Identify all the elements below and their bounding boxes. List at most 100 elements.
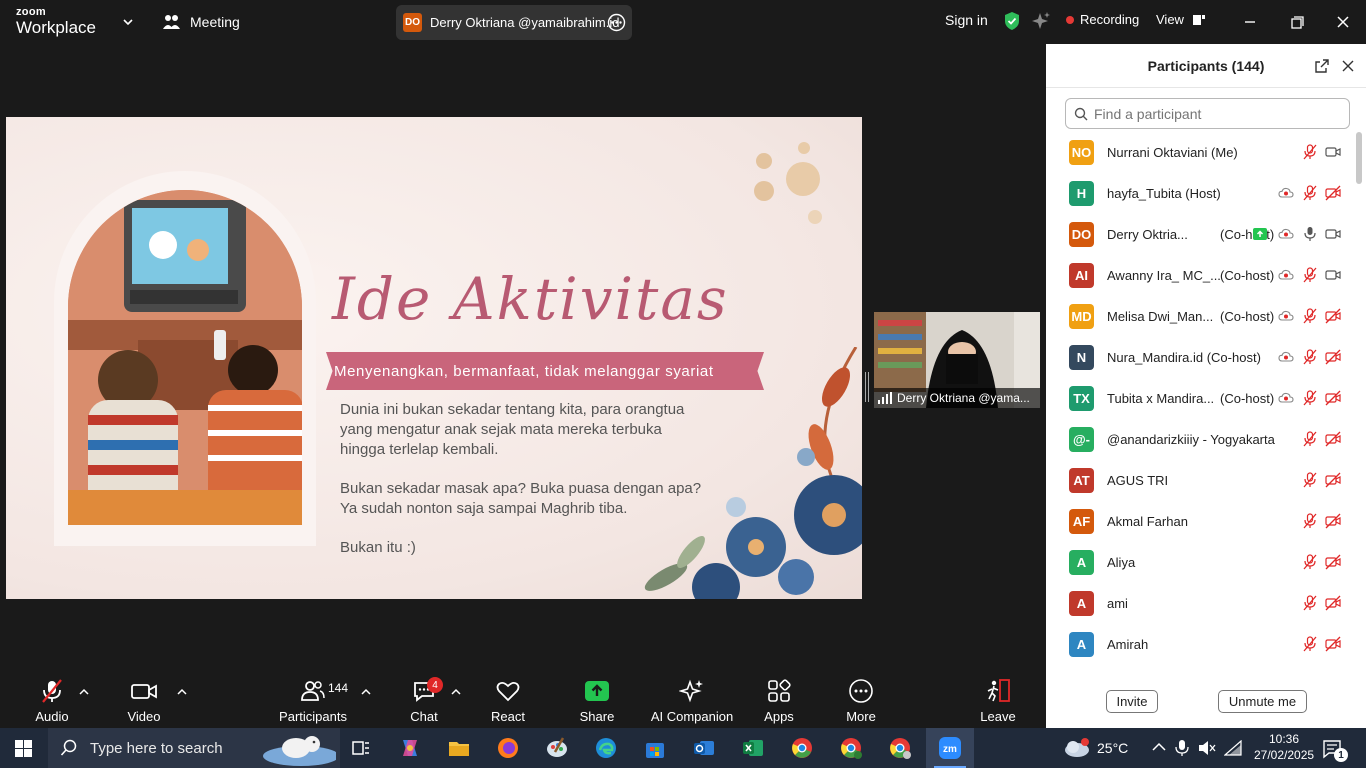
invite-button[interactable]: Invite xyxy=(1106,690,1158,713)
mic-muted-icon[interactable] xyxy=(1302,554,1318,570)
participant-row[interactable]: N Nura_Mandira.id (Co-host) xyxy=(1046,337,1356,378)
cloud-recording-icon[interactable] xyxy=(1278,349,1294,365)
outlook-icon[interactable] xyxy=(692,736,716,760)
video-thumbnail[interactable]: Derry Oktriana @yama... xyxy=(874,312,1040,408)
participant-row[interactable]: DO Derry Oktria... (Co-host) xyxy=(1046,214,1356,255)
more-options-icon[interactable] xyxy=(607,13,626,32)
participant-search[interactable] xyxy=(1065,98,1350,129)
react-button[interactable]: React xyxy=(486,668,530,728)
ai-companion-button[interactable]: AI Companion xyxy=(651,668,733,728)
camera-on-icon[interactable] xyxy=(1325,144,1341,160)
mic-muted-icon[interactable] xyxy=(1302,144,1318,160)
participant-row[interactable]: AI Awanny Ira_ MC_... (Co-host) xyxy=(1046,255,1356,296)
zoom-taskbar-active[interactable]: zm xyxy=(926,728,974,768)
participant-list-scrollbar[interactable] xyxy=(1356,132,1362,184)
meeting-menu[interactable]: Meeting xyxy=(162,12,240,32)
ai-sparkle-icon[interactable] xyxy=(1031,11,1051,31)
search-input[interactable] xyxy=(1094,105,1334,122)
camera-off-icon[interactable] xyxy=(1325,431,1341,447)
mic-muted-icon[interactable] xyxy=(1302,185,1318,201)
minimize-icon[interactable] xyxy=(1238,10,1262,34)
microsoft-store-icon[interactable] xyxy=(643,736,667,760)
pop-out-icon[interactable] xyxy=(1314,58,1330,74)
leave-button[interactable]: Leave xyxy=(976,668,1020,728)
chrome-profile-icon[interactable] xyxy=(839,736,863,760)
mic-muted-icon[interactable] xyxy=(1302,595,1318,611)
close-panel-icon[interactable] xyxy=(1340,58,1356,74)
windows-start-icon[interactable] xyxy=(15,740,32,757)
mic-muted-icon[interactable] xyxy=(1302,390,1318,406)
cloud-recording-icon[interactable] xyxy=(1278,226,1294,242)
cloud-recording-icon[interactable] xyxy=(1278,390,1294,406)
firefox-icon[interactable] xyxy=(496,736,520,760)
show-hidden-icons-icon[interactable] xyxy=(1152,742,1166,752)
resize-handle[interactable] xyxy=(865,372,869,402)
participant-row[interactable]: MD Melisa Dwi_Man... (Co-host) xyxy=(1046,296,1356,337)
mic-muted-icon[interactable] xyxy=(1302,267,1318,283)
copilot-icon[interactable] xyxy=(398,736,422,760)
microphone-tray-icon[interactable] xyxy=(1175,739,1189,757)
task-view-icon[interactable] xyxy=(349,736,373,760)
audio-button[interactable]: Audio xyxy=(30,668,74,728)
camera-off-icon[interactable] xyxy=(1325,513,1341,529)
active-speaker-pill[interactable]: DO Derry Oktriana @yamaibrahim.id xyxy=(396,5,632,40)
chat-button[interactable]: Chat xyxy=(402,668,446,728)
mic-on-icon[interactable] xyxy=(1302,226,1318,242)
restore-icon[interactable] xyxy=(1285,10,1309,34)
mic-muted-icon[interactable] xyxy=(1302,513,1318,529)
mic-muted-icon[interactable] xyxy=(1302,349,1318,365)
participant-row[interactable]: AT AGUS TRI xyxy=(1046,460,1356,501)
system-clock[interactable]: 10:36 27/02/2025 xyxy=(1254,731,1314,763)
share-button[interactable]: Share xyxy=(575,668,619,728)
video-options-caret-icon[interactable] xyxy=(177,688,187,696)
chevron-down-icon[interactable] xyxy=(120,14,136,30)
camera-off-icon[interactable] xyxy=(1325,308,1341,324)
camera-off-icon[interactable] xyxy=(1325,595,1341,611)
mic-muted-icon[interactable] xyxy=(1302,431,1318,447)
cloud-recording-icon[interactable] xyxy=(1278,185,1294,201)
cloud-recording-icon[interactable] xyxy=(1278,267,1294,283)
cloud-recording-icon[interactable] xyxy=(1278,308,1294,324)
mic-muted-icon[interactable] xyxy=(1302,472,1318,488)
chrome-icon[interactable] xyxy=(790,736,814,760)
camera-on-icon[interactable] xyxy=(1325,267,1341,283)
sign-in-link[interactable]: Sign in xyxy=(945,12,988,28)
participant-row[interactable]: A Amirah xyxy=(1046,624,1356,665)
participant-row[interactable]: @- @anandarizkiiiy - Yogyakarta xyxy=(1046,419,1356,460)
edge-icon[interactable] xyxy=(594,736,618,760)
close-icon[interactable] xyxy=(1331,10,1355,34)
camera-off-icon[interactable] xyxy=(1325,472,1341,488)
file-explorer-icon[interactable] xyxy=(447,736,471,760)
camera-off-icon[interactable] xyxy=(1325,390,1341,406)
chrome-profile-2-icon[interactable] xyxy=(888,736,912,760)
weather-icon[interactable] xyxy=(1063,737,1091,759)
video-button[interactable]: Video xyxy=(122,668,166,728)
participants-options-caret-icon[interactable] xyxy=(361,688,371,696)
screen-share-icon[interactable] xyxy=(1252,226,1268,242)
camera-off-icon[interactable] xyxy=(1325,554,1341,570)
camera-off-icon[interactable] xyxy=(1325,636,1341,652)
participant-row[interactable]: Hhayfa_Tubita (Host) xyxy=(1046,173,1356,214)
camera-on-icon[interactable] xyxy=(1325,226,1341,242)
chat-options-caret-icon[interactable] xyxy=(451,688,461,696)
participant-row[interactable]: NO Nurrani Oktaviani (Me) xyxy=(1046,132,1356,173)
taskbar-search[interactable]: Type here to search xyxy=(48,728,340,768)
unmute-me-button[interactable]: Unmute me xyxy=(1218,690,1307,713)
mic-muted-icon[interactable] xyxy=(1302,636,1318,652)
paint-icon[interactable] xyxy=(545,736,569,760)
participant-row[interactable]: A Aliya xyxy=(1046,542,1356,583)
participant-row[interactable]: AF Akmal Farhan xyxy=(1046,501,1356,542)
recording-indicator[interactable]: Recording xyxy=(1066,12,1139,27)
mic-muted-icon[interactable] xyxy=(1302,308,1318,324)
camera-off-icon[interactable] xyxy=(1325,185,1341,201)
participants-button[interactable]: Participants xyxy=(279,668,347,728)
participant-row[interactable]: Aami xyxy=(1046,583,1356,624)
camera-off-icon[interactable] xyxy=(1325,349,1341,365)
excel-icon[interactable] xyxy=(741,736,765,760)
apps-button[interactable]: Apps xyxy=(757,668,801,728)
more-button[interactable]: More xyxy=(839,668,883,728)
shield-check-icon[interactable] xyxy=(1003,11,1021,31)
participant-row[interactable]: TX Tubita x Mandira... (Co-host) xyxy=(1046,378,1356,419)
audio-options-caret-icon[interactable] xyxy=(79,688,89,696)
network-icon[interactable] xyxy=(1224,740,1242,756)
